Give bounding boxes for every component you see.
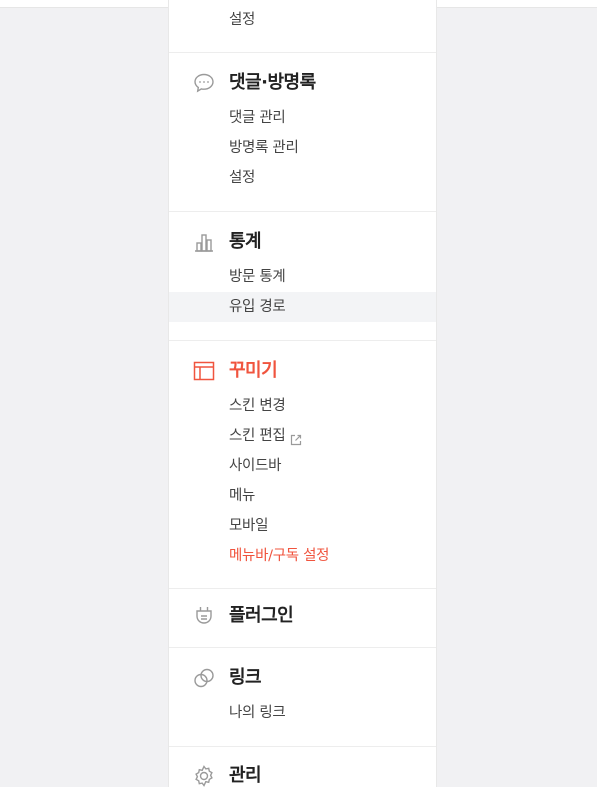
section-title-design: 꾸미기 (229, 360, 278, 381)
menu-item-visit-stats[interactable]: 방문 통계 (169, 262, 436, 292)
menu-item-guestbook-manage[interactable]: 방명록 관리 (169, 133, 436, 163)
section-title-comments: 댓글·방명록 (229, 72, 316, 93)
section-header-comments[interactable]: 댓글·방명록 (169, 68, 436, 98)
menu-item-label: 방문 통계 (229, 269, 286, 285)
menu-item-label: 메뉴 (229, 488, 256, 504)
section-divider (169, 340, 436, 341)
menu-item-skin-change[interactable]: 스킨 변경 (169, 391, 436, 421)
menu-item-label: 사이드바 (229, 458, 282, 474)
menu-item-referrer[interactable]: 유입 경로 (169, 292, 436, 322)
menu-item-label: 스킨 변경 (229, 398, 286, 414)
external-link-icon (289, 428, 303, 445)
menu-item-menubar-subscribe[interactable]: 메뉴바/구독 설정 (169, 541, 436, 571)
section-divider (169, 588, 436, 589)
menu-item-mobile[interactable]: 모바일 (169, 511, 436, 541)
section-header-stats[interactable]: 통계 (169, 227, 436, 257)
menu-item-label: 스킨 편집 (229, 428, 286, 444)
menu-item-comment-settings[interactable]: 설정 (169, 163, 436, 193)
speech-bubble-icon (192, 71, 216, 95)
menu-item-skin-edit[interactable]: 스킨 편집 (169, 421, 436, 451)
plug-icon (192, 604, 216, 628)
layout-icon (192, 359, 216, 383)
menu-item-label: 유입 경로 (229, 299, 286, 315)
menu-item-label-wrap: 스킨 편집 (229, 421, 303, 451)
section-title-stats: 통계 (229, 231, 262, 252)
menu-item-label: 설정 (229, 170, 256, 186)
menu-item-sidebar[interactable]: 사이드바 (169, 451, 436, 481)
section-divider (169, 647, 436, 648)
section-header-plugin[interactable]: 플러그인 (169, 601, 436, 631)
menu-item-label: 모바일 (229, 518, 269, 534)
section-title-link: 링크 (229, 667, 262, 688)
menu-item-comment-manage[interactable]: 댓글 관리 (169, 103, 436, 133)
section-header-manage[interactable]: 관리 (169, 761, 436, 787)
section-divider (169, 746, 436, 747)
menu-item-label: 설정 (229, 12, 256, 28)
gear-icon (192, 764, 216, 787)
menu-item-settings-top[interactable]: 설정 (169, 5, 436, 35)
section-header-design[interactable]: 꾸미기 (169, 356, 436, 386)
menu-item-label: 메뉴바/구독 설정 (229, 548, 330, 564)
section-divider (169, 211, 436, 212)
admin-sidebar: 설정 댓글·방명록 댓글 관리 방명록 관리 설정 통계 방문 통계 유입 경로… (168, 0, 437, 787)
section-title-manage: 관리 (229, 765, 262, 786)
section-divider (169, 52, 436, 53)
menu-item-label: 댓글 관리 (229, 110, 286, 126)
section-header-link[interactable]: 링크 (169, 663, 436, 693)
section-title-plugin: 플러그인 (229, 605, 294, 626)
menu-item-menu[interactable]: 메뉴 (169, 481, 436, 511)
bar-chart-icon (192, 230, 216, 254)
menu-item-label: 방명록 관리 (229, 140, 299, 156)
menu-item-my-link[interactable]: 나의 링크 (169, 698, 436, 728)
menu-item-label: 나의 링크 (229, 705, 286, 721)
chain-link-icon (192, 666, 216, 690)
